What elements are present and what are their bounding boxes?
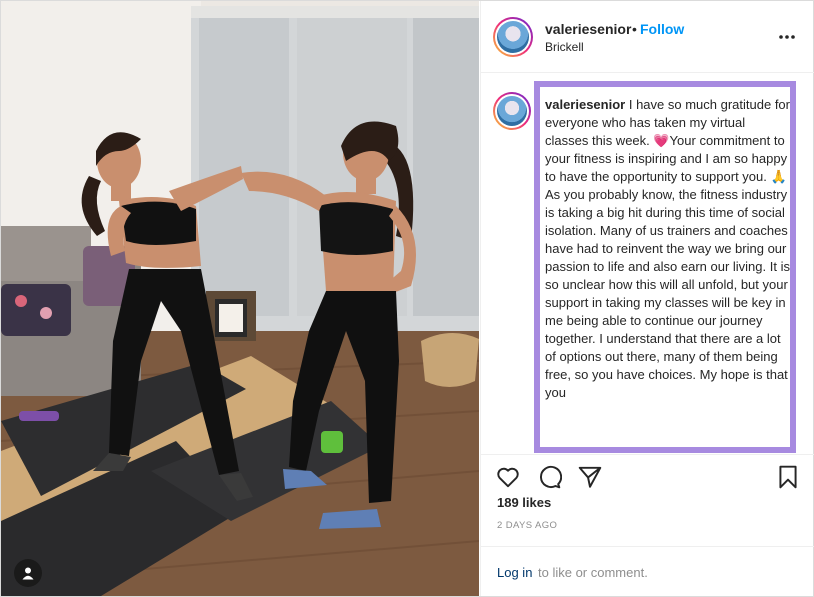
caption-text: valeriesenior I have so much gratitude f… (545, 96, 791, 402)
avatar[interactable] (493, 17, 533, 57)
more-options-icon[interactable] (777, 27, 797, 47)
like-count[interactable]: 189 likes (497, 495, 551, 510)
user-tag-button[interactable] (14, 559, 42, 587)
post-photo[interactable] (1, 1, 479, 596)
comment-icon[interactable] (536, 464, 562, 490)
header-username[interactable]: valeriesenior (545, 21, 631, 37)
share-icon[interactable] (577, 464, 603, 490)
caption-body: I have so much gratitude for everyone wh… (545, 97, 790, 400)
bookmark-icon[interactable] (775, 464, 801, 490)
login-link[interactable]: Log in (497, 565, 532, 580)
heart-icon[interactable] (495, 464, 521, 490)
post-side-panel: valeriesenior • Follow Brickell valeries… (480, 1, 814, 596)
post-date: 2 DAYS AGO (497, 520, 558, 531)
post-image (1, 1, 479, 596)
follow-button[interactable]: Follow (640, 21, 684, 37)
header-separator: • (632, 21, 637, 37)
login-prompt: Log in to like or comment. (481, 546, 814, 596)
post-header: valeriesenior • Follow Brickell (481, 1, 814, 73)
caption-avatar[interactable] (493, 92, 531, 130)
user-silhouette-icon (22, 567, 34, 580)
login-prompt-text: to like or comment. (538, 565, 648, 580)
caption-username[interactable]: valeriesenior (545, 97, 625, 112)
caption-area: valeriesenior I have so much gratitude f… (481, 74, 814, 454)
location-link[interactable]: Brickell (545, 40, 584, 54)
